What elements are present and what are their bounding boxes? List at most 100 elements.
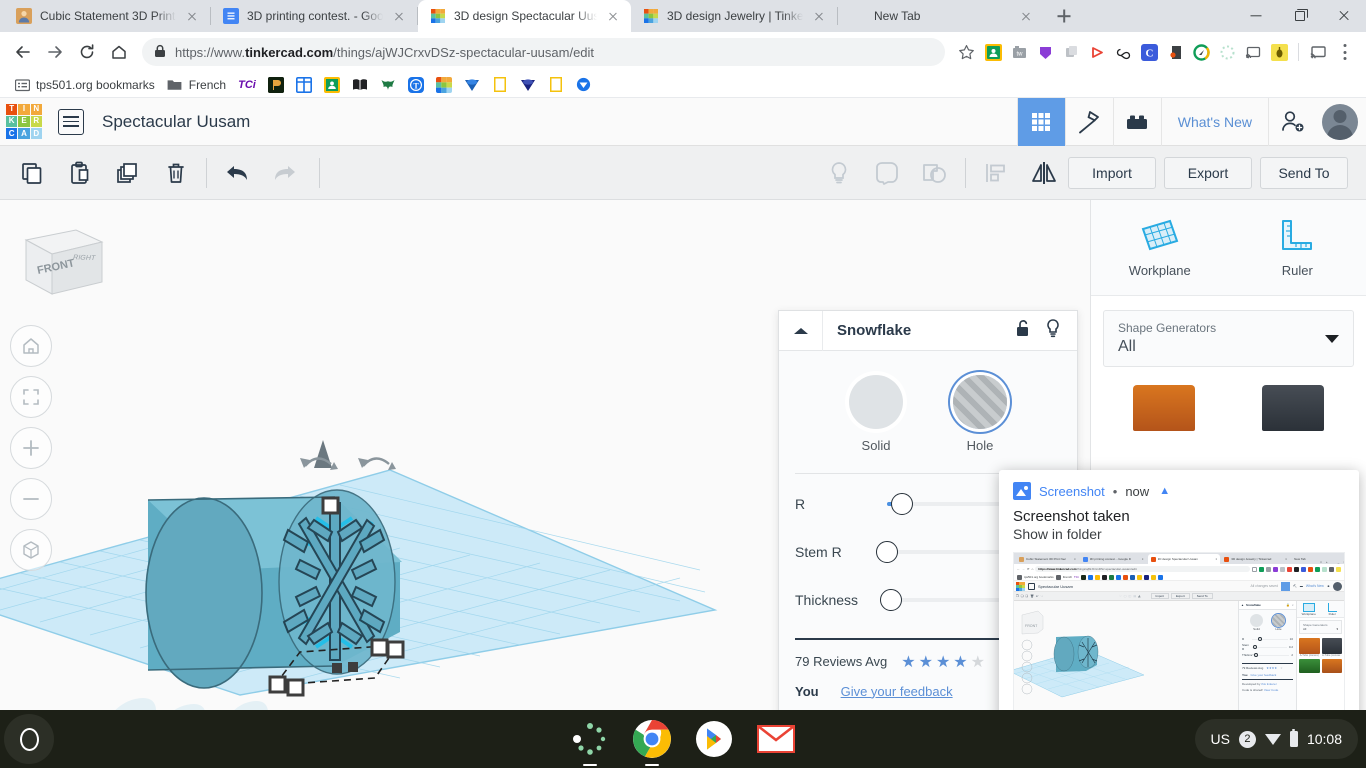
screenshot-thumbnail[interactable]: Cubic Statement 3D Print Nec × 3D printin… bbox=[1013, 552, 1345, 730]
close-icon[interactable] bbox=[811, 8, 827, 24]
workplane-tool[interactable]: Workplane bbox=[1091, 200, 1229, 295]
rating-stars[interactable]: ★ ★ ★ ★ ★ bbox=[901, 652, 986, 672]
slider-knob[interactable] bbox=[879, 589, 902, 611]
close-icon[interactable] bbox=[1018, 8, 1034, 24]
bookmark-item[interactable] bbox=[544, 75, 572, 95]
solid-swatch[interactable] bbox=[849, 375, 903, 429]
bookmark-item[interactable]: tps501.org bookmarks bbox=[10, 75, 163, 95]
close-icon[interactable] bbox=[184, 8, 200, 24]
home-icon[interactable] bbox=[10, 325, 52, 367]
new-tab-button[interactable] bbox=[1050, 2, 1078, 30]
list-menu-icon[interactable] bbox=[58, 108, 84, 135]
send-to-button[interactable]: Send To bbox=[1260, 156, 1348, 189]
bookmark-item[interactable] bbox=[572, 75, 600, 95]
chrome-icon[interactable] bbox=[630, 717, 674, 766]
ruler-tool[interactable]: Ruler bbox=[1229, 200, 1366, 295]
trash-icon[interactable] bbox=[152, 151, 200, 195]
lightbulb-icon[interactable] bbox=[1045, 318, 1061, 343]
maximize-icon[interactable] bbox=[1278, 0, 1322, 32]
cast-icon[interactable] bbox=[1306, 40, 1330, 64]
dotted-circle-extension-icon[interactable] bbox=[1215, 40, 1239, 64]
avatar[interactable] bbox=[1322, 103, 1358, 140]
tinkercad-logo[interactable]: T I N K E R C A D bbox=[0, 98, 48, 146]
group-shape-icon[interactable] bbox=[863, 151, 911, 195]
blue-c-extension-icon[interactable]: C bbox=[1137, 40, 1161, 64]
address-bar[interactable]: https://www.tinkercad.com/things/ajWJCrx… bbox=[142, 38, 945, 66]
star-icon[interactable] bbox=[953, 39, 979, 65]
star-icon[interactable]: ★ bbox=[971, 652, 986, 672]
home-button[interactable] bbox=[104, 37, 134, 67]
bookmark-item[interactable]: French bbox=[163, 75, 234, 95]
app-loading-icon[interactable] bbox=[568, 717, 612, 766]
codeblocks-icon[interactable] bbox=[1064, 97, 1113, 146]
view-cube[interactable]: FRONT RIGHT bbox=[18, 222, 106, 300]
star-icon[interactable]: ★ bbox=[936, 652, 951, 672]
bookmark-item[interactable] bbox=[376, 75, 404, 95]
stem-r-slider[interactable] bbox=[876, 541, 1015, 563]
hole-swatch[interactable] bbox=[953, 375, 1007, 429]
close-icon[interactable] bbox=[1322, 0, 1366, 32]
cube-icon[interactable] bbox=[10, 529, 52, 571]
bookmark-item[interactable] bbox=[264, 75, 292, 95]
collapse-caret-icon[interactable] bbox=[779, 310, 823, 351]
browser-tab[interactable]: 3D design Jewelry | Tinkercad bbox=[631, 0, 837, 32]
add-person-icon[interactable] bbox=[1268, 97, 1316, 146]
hole-option[interactable]: Hole bbox=[953, 375, 1007, 453]
bookmark-item[interactable]: T bbox=[404, 75, 432, 95]
yellow-extension-icon[interactable] bbox=[1267, 40, 1291, 64]
bookmark-item[interactable] bbox=[348, 75, 376, 95]
bookmark-item[interactable] bbox=[516, 75, 544, 95]
chevron-down-icon[interactable] bbox=[1325, 334, 1339, 343]
slider-knob[interactable] bbox=[891, 493, 914, 515]
show-in-folder-link[interactable]: Show in folder bbox=[999, 525, 1359, 552]
bookmark-item[interactable]: TCi bbox=[234, 77, 264, 93]
plus-icon[interactable] bbox=[10, 427, 52, 469]
give-feedback-link[interactable]: Give your feedback bbox=[841, 684, 953, 699]
r-slider[interactable] bbox=[887, 493, 1015, 515]
bookmark-item[interactable] bbox=[488, 75, 516, 95]
green-compass-extension-icon[interactable] bbox=[1189, 40, 1213, 64]
minus-icon[interactable] bbox=[10, 478, 52, 520]
paste-button[interactable] bbox=[56, 151, 104, 195]
grid-view-icon[interactable] bbox=[1016, 97, 1065, 146]
star-icon[interactable]: ★ bbox=[919, 652, 934, 672]
tw-extension-icon[interactable]: tw bbox=[1007, 40, 1031, 64]
duplicate-button[interactable] bbox=[104, 151, 152, 195]
browser-tab[interactable]: 3D design Spectacular Uusam | bbox=[418, 0, 631, 32]
ungroup-shape-icon[interactable] bbox=[911, 151, 959, 195]
play-store-icon[interactable] bbox=[692, 717, 736, 761]
bookmark-item[interactable] bbox=[320, 75, 348, 95]
lightbulb-icon[interactable] bbox=[815, 151, 863, 195]
thickness-slider[interactable] bbox=[879, 589, 1015, 611]
infinity-extension-icon[interactable] bbox=[1111, 40, 1135, 64]
close-icon[interactable] bbox=[391, 8, 407, 24]
launcher-icon[interactable] bbox=[4, 714, 54, 764]
mirror-icon[interactable] bbox=[1020, 151, 1068, 195]
star-icon[interactable]: ★ bbox=[953, 652, 968, 672]
unlock-icon[interactable] bbox=[1015, 319, 1031, 342]
minimize-icon[interactable] bbox=[1234, 0, 1278, 32]
shape-generators-dropdown[interactable]: Shape Generators All bbox=[1103, 310, 1354, 367]
close-icon[interactable] bbox=[605, 8, 621, 24]
export-button[interactable]: Export bbox=[1164, 156, 1252, 189]
three-dot-menu-icon[interactable] bbox=[1332, 39, 1358, 65]
shape-library-item[interactable] bbox=[1234, 385, 1353, 431]
browser-tab[interactable]: New Tab bbox=[838, 0, 1044, 32]
orange-door-extension-icon[interactable] bbox=[1163, 40, 1187, 64]
grey-stack-extension-icon[interactable] bbox=[1059, 40, 1083, 64]
shape-library-item[interactable] bbox=[1105, 385, 1224, 431]
bookmark-item[interactable] bbox=[432, 75, 460, 95]
copy-button[interactable] bbox=[8, 151, 56, 195]
align-icon[interactable] bbox=[972, 151, 1020, 195]
red-play-extension-icon[interactable] bbox=[1085, 40, 1109, 64]
fit-view-icon[interactable] bbox=[10, 376, 52, 418]
purple-extension-icon[interactable] bbox=[1033, 40, 1057, 64]
star-icon[interactable]: ★ bbox=[901, 652, 916, 672]
gmail-icon[interactable] bbox=[754, 717, 798, 761]
bookmark-item[interactable] bbox=[292, 75, 320, 95]
cast-extension-icon[interactable] bbox=[1241, 40, 1265, 64]
undo-button[interactable] bbox=[213, 151, 261, 195]
browser-tab[interactable]: Cubic Statement 3D Print Neckl bbox=[4, 0, 210, 32]
status-area[interactable]: US 2 10:08 bbox=[1194, 719, 1358, 759]
google-classroom-extension-icon[interactable] bbox=[981, 40, 1005, 64]
